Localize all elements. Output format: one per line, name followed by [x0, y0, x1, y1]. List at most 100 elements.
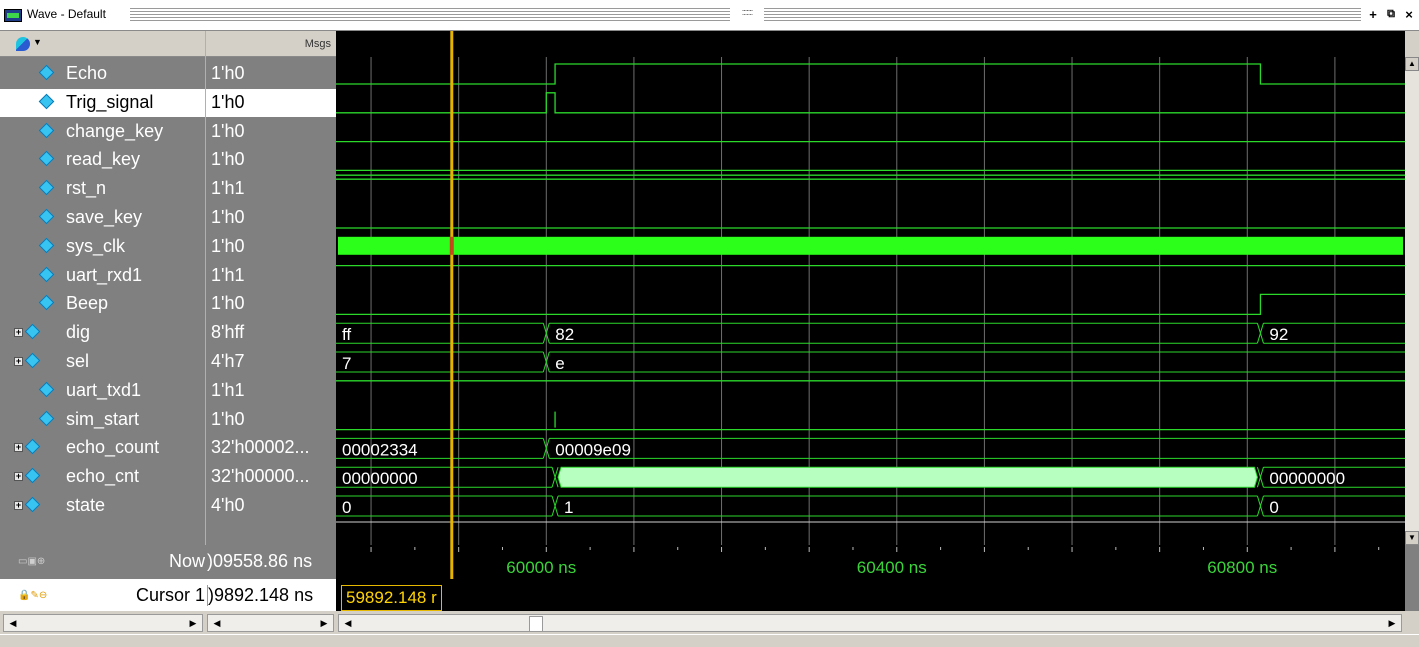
signal-value-row[interactable]: 1'h0 — [206, 406, 336, 434]
signal-value-row[interactable]: 1'h0 — [206, 88, 336, 117]
time-ruler[interactable]: 60000 ns 60400 ns 60800 ns — [336, 545, 1405, 579]
title-grip-dots[interactable]: ::::::: — [730, 7, 764, 21]
signal-row[interactable]: + sel — [0, 348, 205, 376]
signal-value-row[interactable]: 32'h00002... — [206, 434, 336, 462]
scroll-thumb[interactable] — [529, 616, 543, 632]
palette-icon[interactable] — [16, 37, 30, 51]
signal-row[interactable]: uart_rxd1 — [0, 262, 205, 290]
signal-row[interactable]: rst_n — [0, 175, 205, 203]
expand-plus-icon[interactable]: + — [14, 501, 23, 510]
scroll-left-icon[interactable]: ◀ — [6, 615, 20, 631]
cursor-clock-mark — [449, 236, 454, 255]
diamond-signal-icon — [38, 410, 55, 426]
signal-value-row[interactable]: 4'h7 — [206, 348, 336, 376]
signal-name: rst_n — [66, 178, 107, 199]
signal-value-row[interactable]: 1'h0 — [206, 290, 336, 318]
horizontal-scrollbars: ◀ ▶ ◀ ▶ ◀ ▶ — [0, 612, 1419, 634]
signal-row[interactable]: + echo_count — [0, 434, 205, 462]
expand-plus-icon[interactable]: + — [14, 328, 23, 338]
signal-value-row[interactable]: 1'h0 — [206, 146, 336, 174]
signal-value-row[interactable]: 1'h0 — [206, 118, 336, 146]
waveform-Trig_signal — [336, 92, 1405, 114]
signal-value-row[interactable]: 1'h0 — [206, 233, 336, 261]
ruler-tick-label: 60800 ns — [1207, 558, 1277, 577]
time-ruler-canvas[interactable]: 60000 ns 60400 ns 60800 ns — [336, 545, 1405, 579]
diamond-signal-icon — [38, 64, 55, 81]
signal-value: 1'h0 — [211, 120, 245, 141]
signal-name: dig — [66, 322, 91, 343]
signal-value-pane: Msgs 1'h0 1'h0 1'h0 1'h0 1'h1 1'h0 1'h0 1'h1 1'h… — [205, 31, 336, 545]
scroll-right-icon[interactable]: ▶ — [186, 615, 200, 631]
cursor-row[interactable]: 🔒✎⊖ Cursor 1 )9892.148 ns — [0, 579, 336, 611]
ruler-tick-label: 60400 ns — [857, 558, 927, 577]
add-icon[interactable]: + — [1365, 7, 1381, 22]
signal-value: 8'hff — [211, 322, 245, 343]
signal-row[interactable]: sim_start — [0, 406, 205, 434]
signal-name: sim_start — [66, 408, 140, 429]
signal-value: 1'h1 — [211, 379, 245, 400]
signal-value-row[interactable]: 8'hff — [206, 319, 336, 347]
signal-value-row[interactable]: 4'h0 — [206, 492, 336, 520]
signal-value-row[interactable]: 1'h1 — [206, 262, 336, 290]
name-pane-scrollbar[interactable]: ◀ ▶ — [3, 614, 203, 632]
signal-value-row[interactable]: 1'h0 — [206, 60, 336, 88]
bus-value-label: 00009e09 — [555, 440, 631, 459]
scroll-left-icon[interactable]: ◀ — [341, 615, 355, 631]
now-value: )09558.86 ns — [207, 551, 313, 571]
expand-plus-icon[interactable]: + — [14, 472, 23, 482]
cursor-label: Cursor 1 — [135, 585, 205, 605]
signal-row[interactable]: save_key — [0, 204, 205, 232]
signal-row[interactable]: + echo_cnt — [0, 463, 205, 491]
scroll-up-icon[interactable]: ▲ — [1405, 57, 1419, 71]
signal-row[interactable]: + dig — [0, 319, 205, 347]
waveform-canvas[interactable]: ff 82 927 e00002334 00009e0900000000 00000000… — [336, 31, 1405, 545]
signal-row[interactable]: Beep — [0, 290, 205, 318]
msgs-header: Msgs — [206, 31, 336, 57]
now-toolbar-icon[interactable]: ▭▣⊕ — [18, 556, 45, 567]
status-bar — [0, 634, 1419, 647]
signal-value-row[interactable]: 1'h0 — [206, 204, 336, 232]
diamond-signal-icon — [38, 151, 55, 167]
signal-value: 32'h00002... — [211, 437, 310, 458]
waveform-area[interactable]: ff 82 92 7 e 00002334 00009e09 00000000 00000000… — [336, 31, 1405, 545]
signal-row[interactable]: + state — [0, 492, 205, 520]
scroll-down-icon[interactable]: ▼ — [1405, 531, 1419, 545]
waveform-Beep — [336, 293, 1405, 316]
cursor-bar[interactable]: 59892.148 r — [336, 579, 1405, 611]
cursor-lock-icon[interactable]: 🔒✎⊖ — [18, 590, 47, 601]
signal-value-row[interactable]: 32'h00000... — [206, 463, 336, 491]
diamond-signal-icon — [38, 237, 55, 254]
signal-row[interactable]: Echo — [0, 60, 205, 88]
vertical-scrollbar[interactable]: ▲ ▼ — [1405, 57, 1419, 545]
signal-row[interactable]: Trig_signal — [0, 88, 205, 117]
signal-row[interactable]: change_key — [0, 118, 205, 146]
cursor-time-tag[interactable]: 59892.148 r — [341, 585, 442, 611]
diamond-signal-icon — [24, 496, 41, 513]
signal-value: 4'h0 — [211, 495, 245, 515]
waveform-Echo — [336, 63, 1405, 85]
waveform-sys_clk — [338, 236, 1403, 255]
value-pane-scrollbar[interactable]: ◀ ▶ — [207, 614, 334, 632]
signal-row[interactable]: read_key — [0, 146, 205, 174]
signal-value: 4'h7 — [211, 351, 245, 371]
diamond-signal-icon — [38, 208, 55, 225]
scroll-right-icon[interactable]: ▶ — [317, 615, 331, 631]
signal-row[interactable]: uart_txd1 — [0, 377, 205, 405]
close-icon[interactable]: × — [1401, 7, 1417, 22]
signal-name: read_key — [66, 149, 141, 170]
signal-name: sys_clk — [66, 235, 126, 256]
signal-row[interactable]: sys_clk — [0, 233, 205, 261]
window-title: Wave - Default — [27, 7, 106, 21]
scroll-right-icon[interactable]: ▶ — [1385, 615, 1399, 631]
signal-name: change_key — [66, 120, 164, 141]
scroll-left-icon[interactable]: ◀ — [210, 615, 224, 631]
signal-value-row[interactable]: 1'h1 — [206, 377, 336, 405]
signal-name: state — [66, 495, 106, 515]
wave-pane-scrollbar[interactable]: ◀ ▶ — [338, 614, 1402, 632]
expand-plus-icon[interactable]: + — [14, 443, 23, 453]
chevron-down-icon[interactable]: ▼ — [33, 37, 42, 47]
undock-icon[interactable]: ⧉ — [1383, 7, 1399, 22]
expand-plus-icon[interactable]: + — [14, 357, 23, 366]
diamond-signal-icon — [24, 323, 41, 340]
signal-value-row[interactable]: 1'h1 — [206, 175, 336, 203]
